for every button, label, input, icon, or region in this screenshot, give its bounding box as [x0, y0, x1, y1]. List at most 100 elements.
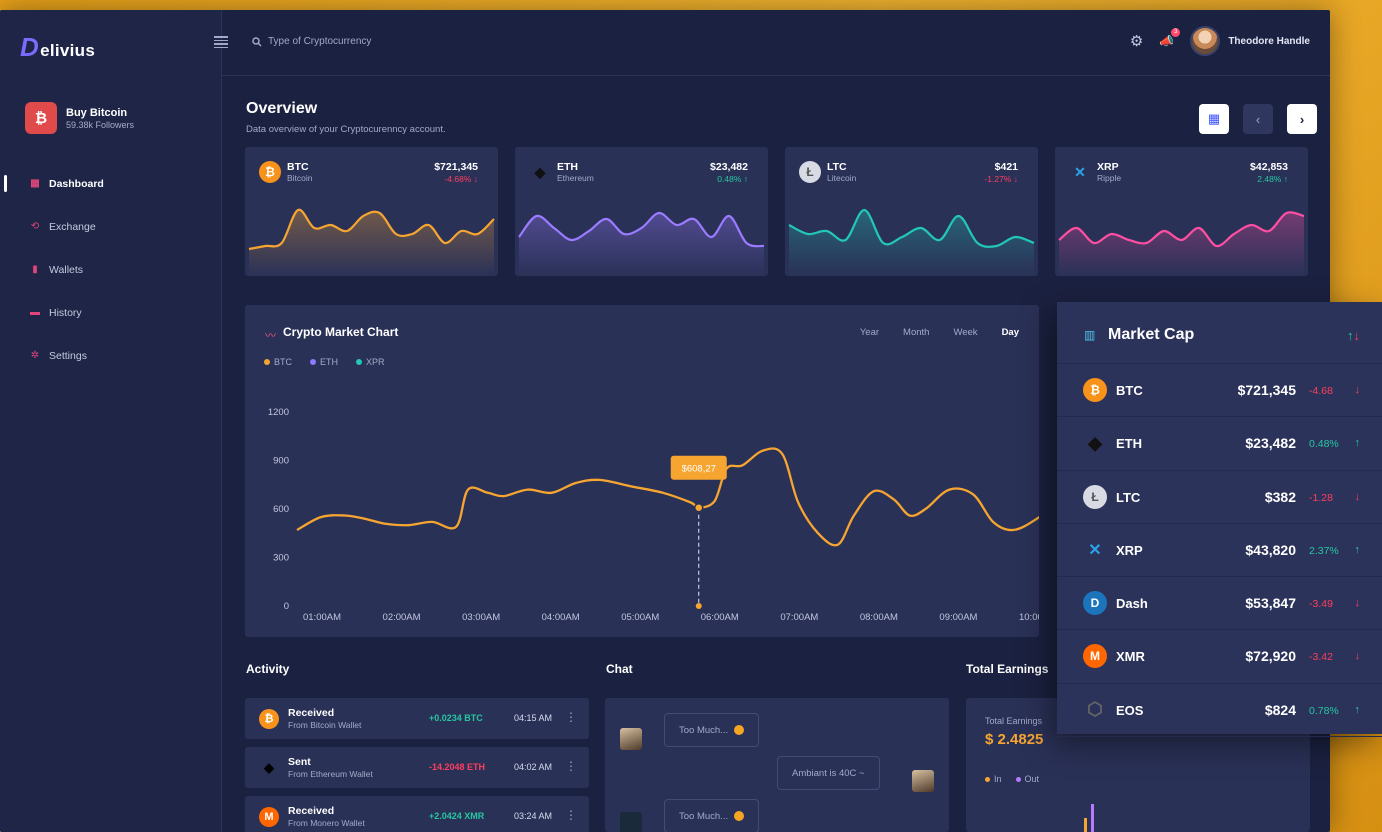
next-button[interactable]: ›: [1287, 104, 1317, 134]
chat-avatar: [620, 728, 642, 750]
sidebar-item-exchange[interactable]: ⟲ Exchange: [0, 205, 222, 248]
btc-coin-icon: ₿: [1083, 378, 1107, 402]
prev-button[interactable]: ‹: [1243, 104, 1273, 134]
coin-card-eth[interactable]: ◆ ETH Ethereum $23,482 0.48% ↑: [515, 147, 768, 276]
user-menu[interactable]: Theodore Handle: [1190, 26, 1310, 56]
chat-title: Chat: [606, 662, 633, 676]
market-cap-row-ltc[interactable]: Ł LTC $382 -1.28 ↓: [1057, 471, 1382, 524]
search-icon: [252, 36, 262, 47]
sort-arrows[interactable]: ↑↓: [1347, 328, 1360, 343]
legend-item: In: [985, 774, 1002, 784]
arrow-up-icon: ↑: [741, 174, 748, 184]
chat-message: Too Much...: [664, 799, 760, 832]
activity-source: From Ethereum Wallet: [288, 769, 373, 779]
coin-price: $42,853: [1250, 161, 1288, 173]
more-options-icon[interactable]: ⋮: [565, 808, 577, 822]
avatar: [1190, 26, 1221, 56]
coin-change: 2.48% ↑: [1257, 174, 1288, 184]
activity-amount: +2.0424 XMR: [429, 811, 485, 821]
arrow-down-icon: ↓: [1354, 650, 1361, 663]
sparkline-area: [789, 209, 1034, 276]
market-cap-row-dash[interactable]: D Dash $53,847 -3.49 ↓: [1057, 577, 1382, 631]
arrow-down-icon[interactable]: ↓: [1354, 328, 1361, 343]
logo-mark: D: [20, 32, 40, 62]
change-value: 0.48%: [717, 174, 742, 184]
sidebar-item-label: History: [49, 306, 82, 319]
sidebar-item-settings[interactable]: ✲ Settings: [0, 334, 222, 377]
coin-card-ltc[interactable]: Ł LTC Litecoin $421 -1.27% ↓: [785, 147, 1038, 276]
earnings-bar: [1084, 818, 1087, 832]
eth-coin-icon: ◆: [529, 161, 551, 183]
sidebar-item-history[interactable]: ▬ History: [0, 291, 222, 334]
market-cap-row-btc[interactable]: ₿ BTC $721,345 -4.68 ↓: [1057, 364, 1382, 418]
market-cap-row-xmr[interactable]: M XMR $72,920 -3.42 ↓: [1057, 630, 1382, 684]
sidebar: Delivius ₿ Buy Bitcoin 59.38k Followers …: [0, 10, 222, 832]
market-cap-row-eth[interactable]: ◆ ETH $23,482 0.48% ↑: [1057, 417, 1382, 471]
earnings-legend: In Out: [985, 774, 1039, 784]
user-name: Theodore Handle: [1228, 35, 1310, 47]
legend-label: Out: [1024, 774, 1040, 784]
market-cap-title: Market Cap: [1108, 326, 1195, 343]
promo-subtitle: 59.38k Followers: [66, 119, 135, 130]
notification-badge: 3: [1171, 28, 1181, 37]
activity-amount: -14.2048 ETH: [429, 762, 486, 772]
buy-bitcoin-promo[interactable]: ₿ Buy Bitcoin 59.38k Followers: [25, 102, 134, 134]
arrow-down-icon: ↓: [1354, 384, 1361, 396]
tooltip-value: $608,27: [682, 464, 716, 475]
settings-gear-icon[interactable]: ⚙: [1130, 32, 1143, 50]
gear-icon: ✲: [30, 349, 40, 361]
sidebar-nav: ▦ Dashboard ⟲ Exchange ▮ Wallets ▬ Histo…: [0, 162, 222, 377]
page-title: Overview: [246, 100, 318, 117]
coin-change: -3.49: [1309, 598, 1333, 611]
activity-title: Activity: [246, 662, 290, 676]
coin-change: 0.48%: [1309, 438, 1339, 451]
coin-symbol: EOS: [1116, 702, 1144, 718]
sidebar-item-label: Dashboard: [49, 177, 104, 190]
activity-row[interactable]: ₿ Received From Bitcoin Wallet +0.0234 BTC 0…: [245, 698, 589, 739]
market-cap-row-eos[interactable]: ⬡ EOS $824 0.78% ↑: [1057, 684, 1382, 738]
coin-card-xrp[interactable]: ✕ XRP Ripple $42,853 2.48% ↑: [1055, 147, 1308, 276]
search-placeholder: Type of Cryptocurrency: [268, 36, 372, 47]
chat-avatar: [620, 812, 642, 832]
coin-symbol: ETH: [557, 161, 578, 173]
monero-coin-icon: M: [259, 807, 279, 827]
grid-icon: ▦: [30, 177, 40, 189]
coin-price: $721,345: [434, 161, 478, 173]
coin-change: -4.68: [1309, 385, 1333, 397]
coin-name: Ethereum: [557, 173, 594, 183]
sidebar-item-dashboard[interactable]: ▦ Dashboard: [0, 162, 222, 205]
app-logo[interactable]: Delivius: [20, 32, 95, 63]
sidebar-item-wallets[interactable]: ▮ Wallets: [0, 248, 222, 291]
bitcoin-icon: ₿: [25, 102, 57, 134]
menu-toggle-icon[interactable]: [214, 36, 228, 48]
highlight-point[interactable]: [694, 502, 704, 513]
more-options-icon[interactable]: ⋮: [565, 759, 577, 773]
market-cap-header: ▥ Market Cap ↑↓: [1057, 302, 1382, 364]
coin-name: Ripple: [1097, 173, 1122, 183]
series-line-btc: [296, 447, 1039, 547]
arrow-down-icon: ↓: [471, 174, 478, 184]
sparkline-area: [1059, 212, 1304, 276]
activity-type: Sent: [288, 756, 311, 768]
logo-text: elivius: [40, 41, 96, 60]
grid-view-button[interactable]: ▦: [1199, 104, 1229, 134]
search-input[interactable]: Type of Cryptocurrency: [252, 36, 371, 47]
activity-row[interactable]: M Received From Monero Wallet +2.0424 XMR 03…: [245, 796, 589, 832]
axis-marker: [695, 603, 702, 609]
activity-type: Received: [288, 805, 335, 817]
chat-message: Ambiant is 40C ~: [777, 756, 880, 790]
coin-card-btc[interactable]: ₿ BTC Bitcoin $721,345 -4.68% ↓: [245, 147, 498, 276]
coin-change: 0.78%: [1309, 704, 1339, 717]
coin-name: Bitcoin: [287, 173, 313, 183]
xmr-coin-icon: M: [1083, 644, 1107, 669]
more-options-icon[interactable]: ⋮: [565, 710, 577, 724]
market-cap-row-xrp[interactable]: ✕ XRP $43,820 2.37% ↑: [1057, 524, 1382, 578]
activity-row[interactable]: ◆ Sent From Ethereum Wallet -14.2048 ETH 04:…: [245, 747, 589, 788]
notification-icon[interactable]: 📣 3: [1159, 28, 1181, 48]
chat-message-text: Too Much...: [679, 724, 729, 736]
earnings-title: Total Earnings: [966, 662, 1049, 676]
x-tick-label: 08:00AM: [860, 612, 898, 623]
ltc-coin-icon: Ł: [799, 161, 821, 183]
chat-message-text: Too Much...: [679, 810, 729, 822]
arrow-down-icon: ↓: [1011, 174, 1018, 184]
